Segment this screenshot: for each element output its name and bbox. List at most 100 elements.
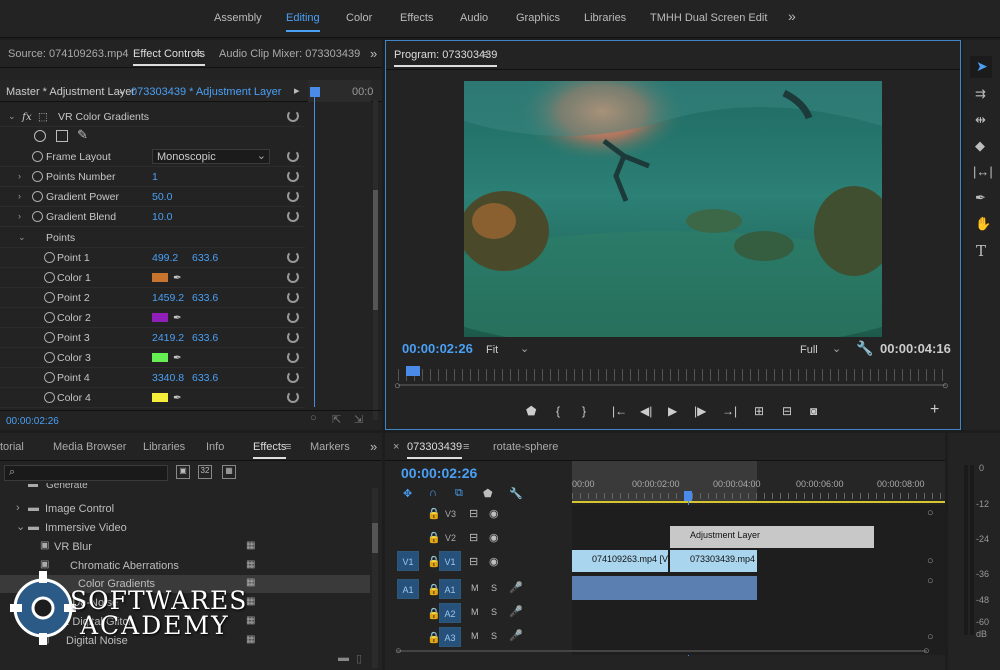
- step-back-icon[interactable]: ◀|: [640, 404, 652, 418]
- solo-button[interactable]: S: [491, 583, 497, 593]
- sync-lock-icon[interactable]: ⊟: [469, 531, 478, 544]
- reset-icon[interactable]: [287, 271, 299, 283]
- stopwatch-icon[interactable]: [32, 211, 43, 222]
- panel-menu-icon[interactable]: ≡: [196, 48, 202, 60]
- stopwatch-icon[interactable]: [44, 332, 55, 343]
- mute-button[interactable]: M: [471, 583, 479, 593]
- mark-out-icon[interactable]: }: [582, 404, 586, 418]
- zoom-handle-right[interactable]: ○: [923, 645, 930, 657]
- track-target-a1[interactable]: A1: [439, 579, 461, 599]
- panel-overflow-icon[interactable]: »: [370, 46, 377, 61]
- workspace-effects[interactable]: Effects: [400, 12, 433, 24]
- eyedropper-icon[interactable]: ✒: [173, 392, 182, 404]
- scrollbar-thumb[interactable]: [372, 523, 378, 553]
- reset-icon[interactable]: [287, 150, 299, 162]
- folder-image-control[interactable]: Image Control: [45, 503, 114, 515]
- scroll-handle[interactable]: ○: [927, 507, 934, 519]
- color-1-swatch[interactable]: [152, 273, 168, 282]
- sync-lock-icon[interactable]: ⊟: [469, 555, 478, 568]
- program-playhead[interactable]: [406, 366, 420, 376]
- effects-search-input[interactable]: ⌕: [4, 465, 168, 481]
- eye-icon[interactable]: ◉: [489, 531, 499, 544]
- tab-rotate-sphere[interactable]: rotate-sphere: [493, 441, 558, 453]
- folder-row[interactable]: ⌄ ▬ Immersive Video: [0, 519, 370, 537]
- clip-adjustment-layer[interactable]: Adjustment Layer: [670, 526, 874, 548]
- step-forward-icon[interactable]: |▶: [694, 404, 706, 418]
- eye-icon[interactable]: ◉: [489, 555, 499, 568]
- zoom-slider-handle[interactable]: ○: [310, 412, 317, 424]
- add-marker-icon[interactable]: ⬟: [483, 487, 493, 500]
- reset-icon[interactable]: [287, 371, 299, 383]
- lock-icon[interactable]: 🔒: [427, 507, 441, 520]
- zoom-handle-left[interactable]: ○: [395, 645, 402, 657]
- tab-effects[interactable]: Effects: [253, 441, 287, 459]
- source-patch-a1[interactable]: A1: [397, 579, 419, 599]
- accelerated-effects-icon[interactable]: ▣: [176, 465, 190, 479]
- mute-button[interactable]: M: [471, 607, 479, 617]
- zoom-handle-left[interactable]: ○: [394, 380, 401, 392]
- solo-button[interactable]: S: [491, 607, 497, 617]
- zoom-bar[interactable]: [398, 384, 946, 386]
- expand-icon[interactable]: ›: [18, 191, 21, 201]
- reset-icon[interactable]: [287, 110, 299, 122]
- gradient-power-value[interactable]: 50.0: [152, 191, 172, 203]
- wrench-icon[interactable]: 🔧: [856, 340, 873, 357]
- timeline-zoom-bar[interactable]: [397, 650, 927, 652]
- eyedropper-icon[interactable]: ✒: [173, 352, 182, 364]
- folder-row[interactable]: › ▬ Image Control: [0, 500, 370, 518]
- track-target-a3[interactable]: A3: [439, 627, 461, 647]
- frame-layout-select[interactable]: Monoscopic ⌄: [152, 149, 270, 164]
- expand-icon[interactable]: ›: [18, 211, 21, 221]
- reset-icon[interactable]: [287, 291, 299, 303]
- color-4-swatch[interactable]: [152, 393, 168, 402]
- point-4-y[interactable]: 633.6: [192, 372, 218, 384]
- track-label-v3[interactable]: V3: [445, 509, 456, 519]
- stopwatch-icon[interactable]: [32, 191, 43, 202]
- eyedropper-icon[interactable]: ✒: [173, 312, 182, 324]
- add-button-icon[interactable]: +: [930, 401, 939, 419]
- folder-immersive-video[interactable]: Immersive Video: [45, 522, 127, 534]
- snap-icon[interactable]: ∩: [429, 487, 437, 499]
- tab-libraries[interactable]: Libraries: [143, 441, 185, 453]
- fit-select[interactable]: Fit ⌄: [482, 342, 532, 358]
- collapse-icon[interactable]: ⌄: [16, 520, 25, 533]
- track-target-v1[interactable]: V1: [439, 551, 461, 571]
- lock-icon[interactable]: 🔒: [427, 531, 441, 544]
- stopwatch-icon[interactable]: [44, 392, 55, 403]
- go-to-in-icon[interactable]: |←: [612, 404, 627, 418]
- workspace-editing[interactable]: Editing: [286, 12, 320, 32]
- panel-menu-icon[interactable]: ≡: [482, 49, 488, 61]
- timeline-playhead-handle[interactable]: [684, 491, 692, 501]
- pen-tool-icon[interactable]: ✒: [975, 190, 986, 206]
- quality-select[interactable]: Full ⌄: [796, 342, 846, 358]
- mini-playhead[interactable]: [310, 87, 320, 97]
- extract-icon[interactable]: ⊟: [782, 404, 792, 418]
- type-tool-icon[interactable]: T: [976, 242, 986, 260]
- trash-icon[interactable]: ▯: [356, 652, 362, 665]
- insert-nest-icon[interactable]: ✥: [403, 487, 412, 500]
- workspace-color[interactable]: Color: [346, 12, 372, 24]
- point-2-y[interactable]: 633.6: [192, 292, 218, 304]
- workspace-overflow-icon[interactable]: »: [788, 8, 796, 24]
- stopwatch-icon[interactable]: [44, 292, 55, 303]
- razor-icon[interactable]: ◆: [975, 138, 985, 154]
- gradient-blend-value[interactable]: 10.0: [152, 211, 172, 223]
- stopwatch-icon[interactable]: [44, 252, 55, 263]
- workspace-audio[interactable]: Audio: [460, 12, 488, 24]
- effect-header-row[interactable]: ⌄ fx ⬚ VR Color Gradients: [0, 107, 305, 127]
- linked-selection-icon[interactable]: ⧉: [455, 487, 463, 500]
- new-bin-icon[interactable]: ▬: [338, 652, 349, 664]
- panel-menu-icon[interactable]: ≡: [285, 441, 291, 453]
- tab-source[interactable]: Source: 074109263.mp4: [8, 48, 128, 60]
- mic-icon[interactable]: 🎤: [509, 605, 523, 618]
- color-2-swatch[interactable]: [152, 313, 168, 322]
- reset-icon[interactable]: [287, 331, 299, 343]
- reset-icon[interactable]: [287, 351, 299, 363]
- mic-icon[interactable]: 🎤: [509, 581, 523, 594]
- point-1-y[interactable]: 633.6: [192, 252, 218, 264]
- marker-icon[interactable]: ⬟: [526, 404, 536, 418]
- camera-icon[interactable]: ◙: [810, 404, 817, 418]
- clip-074109263[interactable]: 074109263.mp4 [V]: [572, 550, 668, 572]
- stopwatch-icon[interactable]: [32, 151, 43, 162]
- mic-icon[interactable]: 🎤: [509, 629, 523, 642]
